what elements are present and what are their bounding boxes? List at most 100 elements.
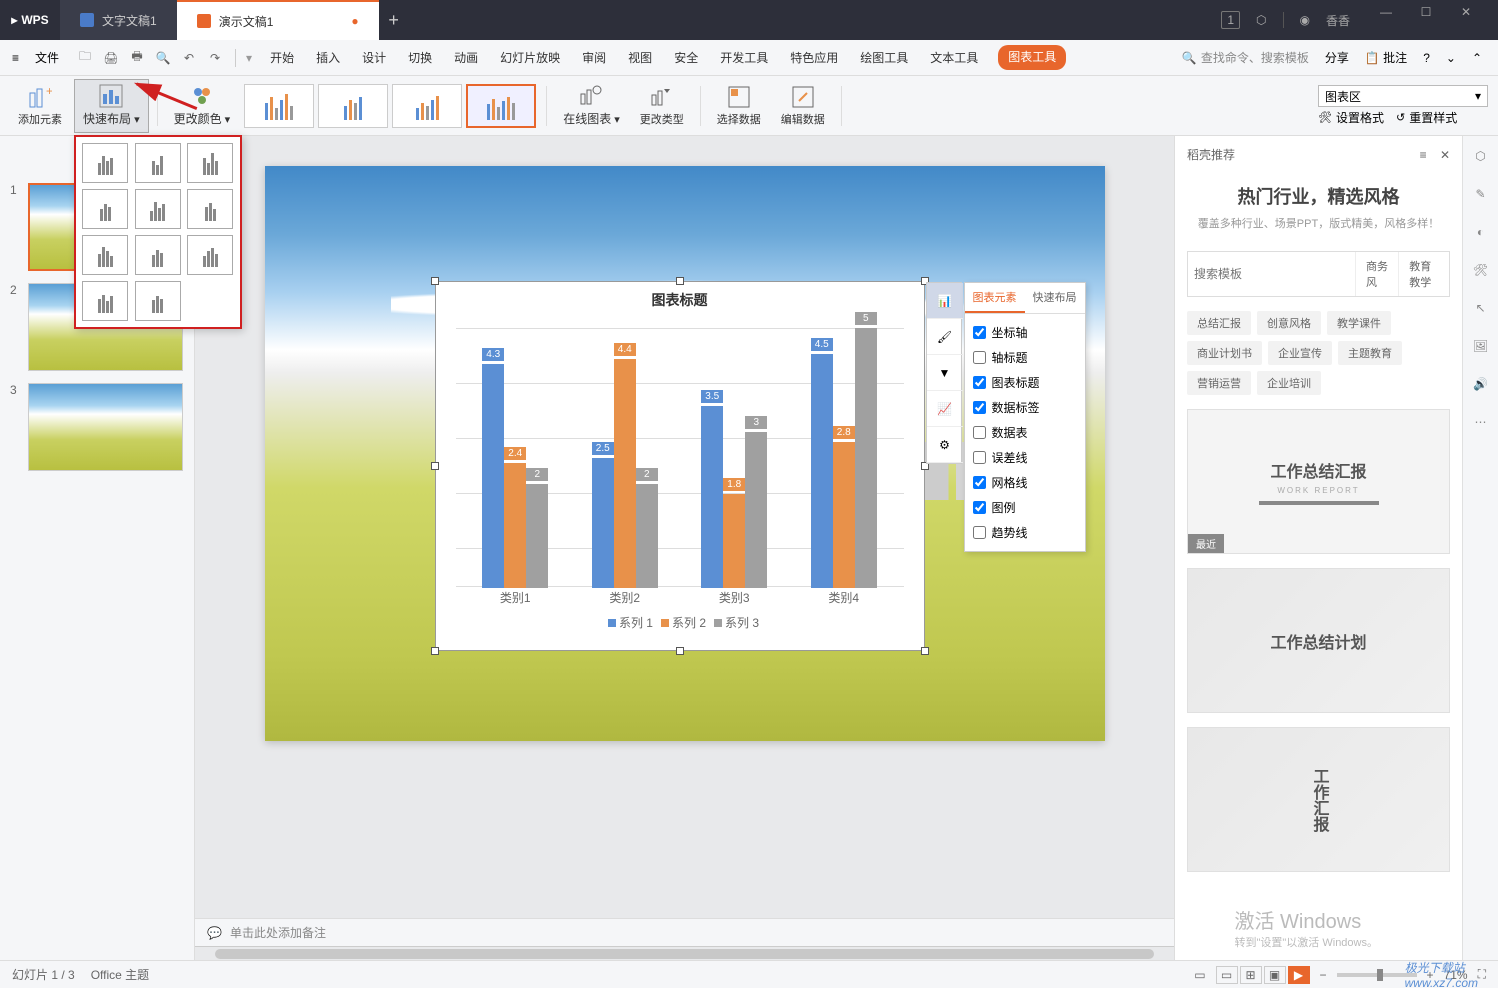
layout-option-8[interactable] bbox=[135, 235, 181, 275]
share-button[interactable]: 分享 bbox=[1325, 49, 1349, 66]
search-filter-1[interactable]: 商务风 bbox=[1355, 252, 1398, 296]
quick-layout-tab[interactable]: 快速布局 bbox=[1025, 283, 1085, 313]
file-menu[interactable]: 文件 bbox=[27, 45, 67, 70]
template-search[interactable]: 商务风 教育教学 bbox=[1187, 251, 1450, 297]
layout-option-1[interactable] bbox=[82, 143, 128, 183]
template-card-1[interactable]: 工作总结汇报 WORK REPORT 最近 bbox=[1187, 409, 1450, 554]
tag-教学课件[interactable]: 教学课件 bbox=[1327, 311, 1391, 335]
chart-element-数据表[interactable]: 数据表 bbox=[971, 420, 1079, 445]
layout-option-2[interactable] bbox=[135, 143, 181, 183]
panel-menu-icon[interactable]: ≡ bbox=[1420, 148, 1427, 162]
menu-tab-幻灯片放映[interactable]: 幻灯片放映 bbox=[498, 45, 562, 70]
canvas-area[interactable]: 图表标题 4.32.422.54.423.51.834.52.85 类别1类别2… bbox=[195, 136, 1174, 960]
bar[interactable]: 3 bbox=[745, 432, 767, 588]
apparel-icon[interactable]: ⬡ bbox=[1256, 13, 1266, 27]
bar[interactable]: 2.8 bbox=[833, 442, 855, 588]
menu-tab-安全[interactable]: 安全 bbox=[672, 45, 700, 70]
view-sorter-icon[interactable]: ⊞ bbox=[1240, 966, 1262, 984]
bar[interactable]: 2 bbox=[636, 484, 658, 588]
reset-style-button[interactable]: ↺ 重置样式 bbox=[1396, 109, 1457, 126]
layout-option-3[interactable] bbox=[187, 143, 233, 183]
menu-tab-视图[interactable]: 视图 bbox=[626, 45, 654, 70]
rail-audio-icon[interactable]: 🔊 bbox=[1471, 374, 1491, 394]
tag-创意风格[interactable]: 创意风格 bbox=[1257, 311, 1321, 335]
undo-icon[interactable]: ↶ bbox=[179, 48, 199, 68]
bar[interactable]: 1.8 bbox=[723, 494, 745, 588]
help-icon[interactable]: ? bbox=[1423, 51, 1430, 65]
collapse-icon[interactable]: ⌄ bbox=[1446, 51, 1456, 65]
layout-option-4[interactable] bbox=[82, 189, 128, 229]
template-card-3[interactable]: 工作汇报 bbox=[1187, 727, 1450, 872]
menu-tab-特色应用[interactable]: 特色应用 bbox=[788, 45, 840, 70]
comment-button[interactable]: 📋 批注 bbox=[1365, 49, 1407, 66]
layout-option-10[interactable] bbox=[82, 281, 128, 321]
menu-tab-插入[interactable]: 插入 bbox=[314, 45, 342, 70]
tab-doc[interactable]: 文字文稿1 bbox=[60, 0, 177, 40]
chart-element-数据标签[interactable]: 数据标签 bbox=[971, 395, 1079, 420]
menu-tab-图表工具[interactable]: 图表工具 bbox=[998, 45, 1066, 70]
rail-more-icon[interactable]: ⋯ bbox=[1471, 412, 1491, 432]
slide-canvas[interactable]: 图表标题 4.32.422.54.423.51.834.52.85 类别1类别2… bbox=[265, 166, 1105, 741]
layout-option-5[interactable] bbox=[135, 189, 181, 229]
open-icon[interactable]: 🗀 bbox=[75, 48, 95, 68]
minimize-button[interactable]: — bbox=[1366, 5, 1406, 35]
template-card-2[interactable]: 工作总结计划 bbox=[1187, 568, 1450, 713]
menu-tab-开发工具[interactable]: 开发工具 bbox=[718, 45, 770, 70]
chart-style-icon[interactable]: 🖌 bbox=[927, 319, 963, 355]
chart-element-网格线[interactable]: 网格线 bbox=[971, 470, 1079, 495]
view-slideshow-icon[interactable]: ▶ bbox=[1288, 966, 1310, 984]
menu-tab-开始[interactable]: 开始 bbox=[268, 45, 296, 70]
user-name[interactable]: 香香 bbox=[1326, 12, 1350, 29]
chart-elements-icon[interactable]: 📊 bbox=[927, 283, 963, 319]
bar[interactable]: 4.4 bbox=[614, 359, 636, 588]
new-tab-button[interactable]: + bbox=[379, 10, 409, 31]
chart-format-icon[interactable]: 📈 bbox=[927, 391, 963, 427]
chart-filter-icon[interactable]: ▼ bbox=[927, 355, 963, 391]
tab-ppt[interactable]: 演示文稿1 ● bbox=[177, 0, 379, 40]
search-filter-2[interactable]: 教育教学 bbox=[1398, 252, 1449, 296]
fit-icon[interactable]: ⛶ bbox=[1478, 967, 1486, 982]
bar[interactable]: 3.5 bbox=[701, 406, 723, 588]
select-data-button[interactable]: 选择数据 bbox=[709, 79, 769, 133]
chart-element-坐标轴[interactable]: 坐标轴 bbox=[971, 320, 1079, 345]
rail-home-icon[interactable]: ⬡ bbox=[1471, 146, 1491, 166]
style-thumb-2[interactable] bbox=[318, 84, 388, 128]
rail-animate-icon[interactable]: ◐ bbox=[1471, 222, 1491, 242]
chart-element-轴标题[interactable]: 轴标题 bbox=[971, 345, 1079, 370]
notes-toggle-icon[interactable]: ▭ bbox=[1194, 968, 1205, 982]
rail-select-icon[interactable]: ↖ bbox=[1471, 298, 1491, 318]
rail-image-icon[interactable]: 🖼 bbox=[1471, 336, 1491, 356]
menu-tab-设计[interactable]: 设计 bbox=[360, 45, 388, 70]
menu-tab-绘图工具[interactable]: 绘图工具 bbox=[858, 45, 910, 70]
layout-option-6[interactable] bbox=[187, 189, 233, 229]
menu-tab-切换[interactable]: 切换 bbox=[406, 45, 434, 70]
zoom-out-icon[interactable]: − bbox=[1320, 968, 1327, 982]
chart-legend[interactable]: 系列 1系列 2系列 3 bbox=[436, 608, 924, 637]
bar[interactable]: 2.5 bbox=[592, 458, 614, 588]
add-element-button[interactable]: + 添加元素 bbox=[10, 79, 70, 133]
tag-营销运营[interactable]: 营销运营 bbox=[1187, 371, 1251, 395]
close-button[interactable]: ✕ bbox=[1446, 5, 1486, 35]
slide-thumb-3[interactable] bbox=[28, 383, 183, 471]
notes-bar[interactable]: 💬 单击此处添加备注 bbox=[195, 918, 1174, 946]
edit-data-button[interactable]: 编辑数据 bbox=[773, 79, 833, 133]
chart-element-图表标题[interactable]: 图表标题 bbox=[971, 370, 1079, 395]
chart-settings-icon[interactable]: ⚙ bbox=[927, 427, 963, 463]
hamburger-icon[interactable]: ≡ bbox=[8, 47, 23, 69]
menu-tab-文本工具[interactable]: 文本工具 bbox=[928, 45, 980, 70]
elements-tab[interactable]: 图表元素 bbox=[965, 283, 1025, 313]
bar[interactable]: 4.3 bbox=[482, 364, 504, 588]
redo-icon[interactable]: ↷ bbox=[205, 48, 225, 68]
tag-企业培训[interactable]: 企业培训 bbox=[1257, 371, 1321, 395]
bar[interactable]: 2 bbox=[526, 484, 548, 588]
search-input[interactable] bbox=[1188, 252, 1355, 296]
bar[interactable]: 2.4 bbox=[504, 463, 526, 588]
chart-plot[interactable]: 4.32.422.54.423.51.834.52.85 类别1类别2类别3类别… bbox=[436, 318, 924, 608]
style-thumb-1[interactable] bbox=[244, 84, 314, 128]
maximize-button[interactable]: ☐ bbox=[1406, 5, 1446, 35]
command-search[interactable]: 🔍 查找命令、搜索模板 bbox=[1182, 49, 1309, 66]
layout-option-9[interactable] bbox=[187, 235, 233, 275]
style-thumb-4[interactable] bbox=[466, 84, 536, 128]
set-format-button[interactable]: 🛠 设置格式 bbox=[1318, 109, 1384, 126]
change-type-button[interactable]: 更改类型 bbox=[632, 79, 692, 133]
